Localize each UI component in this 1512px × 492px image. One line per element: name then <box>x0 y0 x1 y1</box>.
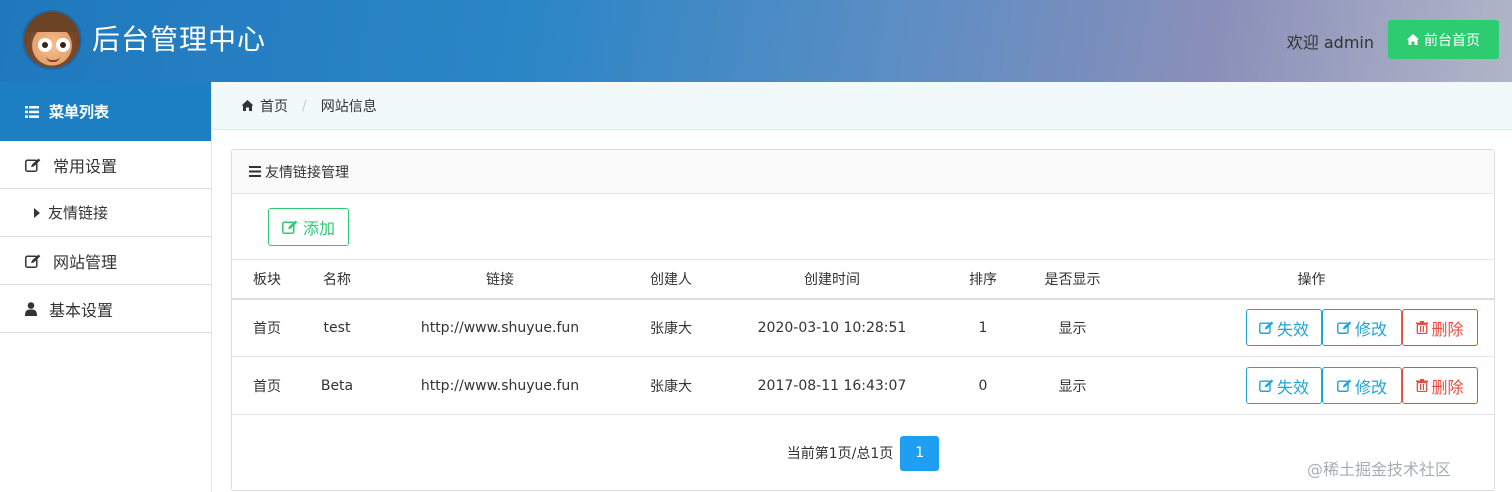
column-header: 名称 <box>302 259 372 300</box>
cell-visible: 显示 <box>1016 298 1129 357</box>
edit-icon <box>1337 379 1352 392</box>
add-link-label: 添加 <box>302 219 335 238</box>
table-row: 首页 Beta http://www.shuyue.fun 张康大 2017-0… <box>232 356 1494 415</box>
top-header: 后台管理中心 欢迎 admin 前台首页 <box>0 0 1512 82</box>
bars-icon <box>249 166 261 177</box>
cell-link: http://www.shuyue.fun <box>372 356 628 415</box>
welcome-text: 欢迎 admin <box>1286 33 1374 52</box>
list-icon <box>25 105 39 118</box>
avatar <box>22 10 82 70</box>
column-header: 排序 <box>950 259 1016 300</box>
page-button-current[interactable]: 1 <box>900 435 940 471</box>
frontend-home-label: 前台首页 <box>1424 32 1480 49</box>
panel-header: 友情链接管理 <box>232 150 1494 194</box>
add-link-button[interactable]: 添加 <box>268 208 349 246</box>
sidebar-item-basic-settings[interactable]: 基本设置 <box>0 285 211 333</box>
cell-creator: 张康大 <box>628 298 714 357</box>
edit-icon <box>25 158 41 172</box>
pagination-info: 当前第1页/总1页 <box>786 446 894 462</box>
sidebar-item-friend-links[interactable]: 友情链接 <box>0 189 211 237</box>
cell-actions: 失效 修改 删除 <box>1129 356 1494 415</box>
sidebar-item-label: 网站管理 <box>53 252 118 272</box>
edit-button[interactable]: 修改 <box>1322 309 1402 347</box>
cell-order: 1 <box>950 298 1016 357</box>
sidebar-item-label: 友情链接 <box>48 204 109 222</box>
home-icon <box>241 100 254 111</box>
site-title: 后台管理中心 <box>92 23 267 56</box>
sidebar-menu-title: 菜单列表 <box>49 103 110 121</box>
sidebar-item-site-management[interactable]: 网站管理 <box>0 237 211 285</box>
watermark: @稀土掘金技术社区 <box>1307 460 1452 479</box>
edit-label: 修改 <box>1354 319 1387 339</box>
sidebar-item-common-settings[interactable]: 常用设置 <box>0 141 211 189</box>
edit-button[interactable]: 修改 <box>1322 367 1402 404</box>
cell-link: http://www.shuyue.fun <box>372 298 628 357</box>
column-header: 是否显示 <box>1016 259 1129 300</box>
column-header: 板块 <box>232 259 302 300</box>
cell-creator: 张康大 <box>628 356 714 415</box>
sidebar-item-label: 常用设置 <box>53 156 118 176</box>
edit-label: 修改 <box>1354 377 1387 397</box>
sidebar-menu-header: 菜单列表 <box>0 82 211 141</box>
cell-name: test <box>302 298 372 357</box>
trash-icon <box>1416 321 1429 335</box>
home-icon <box>1407 34 1419 45</box>
column-header: 链接 <box>372 259 628 300</box>
cell-actions: 失效 修改 删除 <box>1129 298 1494 357</box>
cell-created-time: 2017-08-11 16:43:07 <box>714 356 950 415</box>
delete-button[interactable]: 删除 <box>1402 367 1478 404</box>
breadcrumb-current: 网站信息 <box>320 98 377 115</box>
edit-icon <box>1259 321 1274 335</box>
disable-button[interactable]: 失效 <box>1246 367 1322 404</box>
breadcrumb: 首页 / 网站信息 <box>213 82 1512 130</box>
cell-section: 首页 <box>232 298 302 357</box>
sidebar-item-label: 基本设置 <box>49 300 114 320</box>
sidebar: 菜单列表 常用设置 友情链接 网站管理 基本设置 <box>0 82 212 492</box>
edit-icon <box>1337 321 1352 335</box>
column-header: 创建人 <box>628 259 714 300</box>
delete-button[interactable]: 删除 <box>1402 309 1478 347</box>
edit-icon <box>25 254 41 268</box>
friend-links-panel: 友情链接管理 添加 板块 名称 链接 创建人 创建时间 排序 是否显示 操作 首… <box>231 149 1495 491</box>
caret-right-icon <box>34 207 40 218</box>
user-icon <box>25 301 37 316</box>
edit-icon <box>1259 379 1274 392</box>
column-header: 操作 <box>1129 259 1494 300</box>
cell-name: Beta <box>302 356 372 415</box>
panel-title: 友情链接管理 <box>265 164 349 181</box>
delete-label: 删除 <box>1431 319 1464 339</box>
trash-icon <box>1416 379 1429 392</box>
cell-created-time: 2020-03-10 10:28:51 <box>714 298 950 357</box>
breadcrumb-separator: / <box>302 97 307 114</box>
cell-section: 首页 <box>232 356 302 415</box>
table-row: 首页 test http://www.shuyue.fun 张康大 2020-0… <box>232 298 1494 357</box>
disable-label: 失效 <box>1276 377 1309 397</box>
column-header: 创建时间 <box>714 259 950 300</box>
cell-order: 0 <box>950 356 1016 415</box>
friend-links-table: 板块 名称 链接 创建人 创建时间 排序 是否显示 操作 首页 test htt… <box>232 259 1494 415</box>
edit-icon <box>282 220 298 234</box>
disable-label: 失效 <box>1276 319 1309 339</box>
disable-button[interactable]: 失效 <box>1246 309 1322 347</box>
pagination: 当前第1页/总1页 1 <box>232 435 1494 471</box>
frontend-home-button[interactable]: 前台首页 <box>1388 20 1499 59</box>
delete-label: 删除 <box>1431 377 1464 397</box>
table-header-row: 板块 名称 链接 创建人 创建时间 排序 是否显示 操作 <box>232 259 1494 300</box>
cell-visible: 显示 <box>1016 356 1129 415</box>
breadcrumb-home[interactable]: 首页 <box>260 96 288 116</box>
